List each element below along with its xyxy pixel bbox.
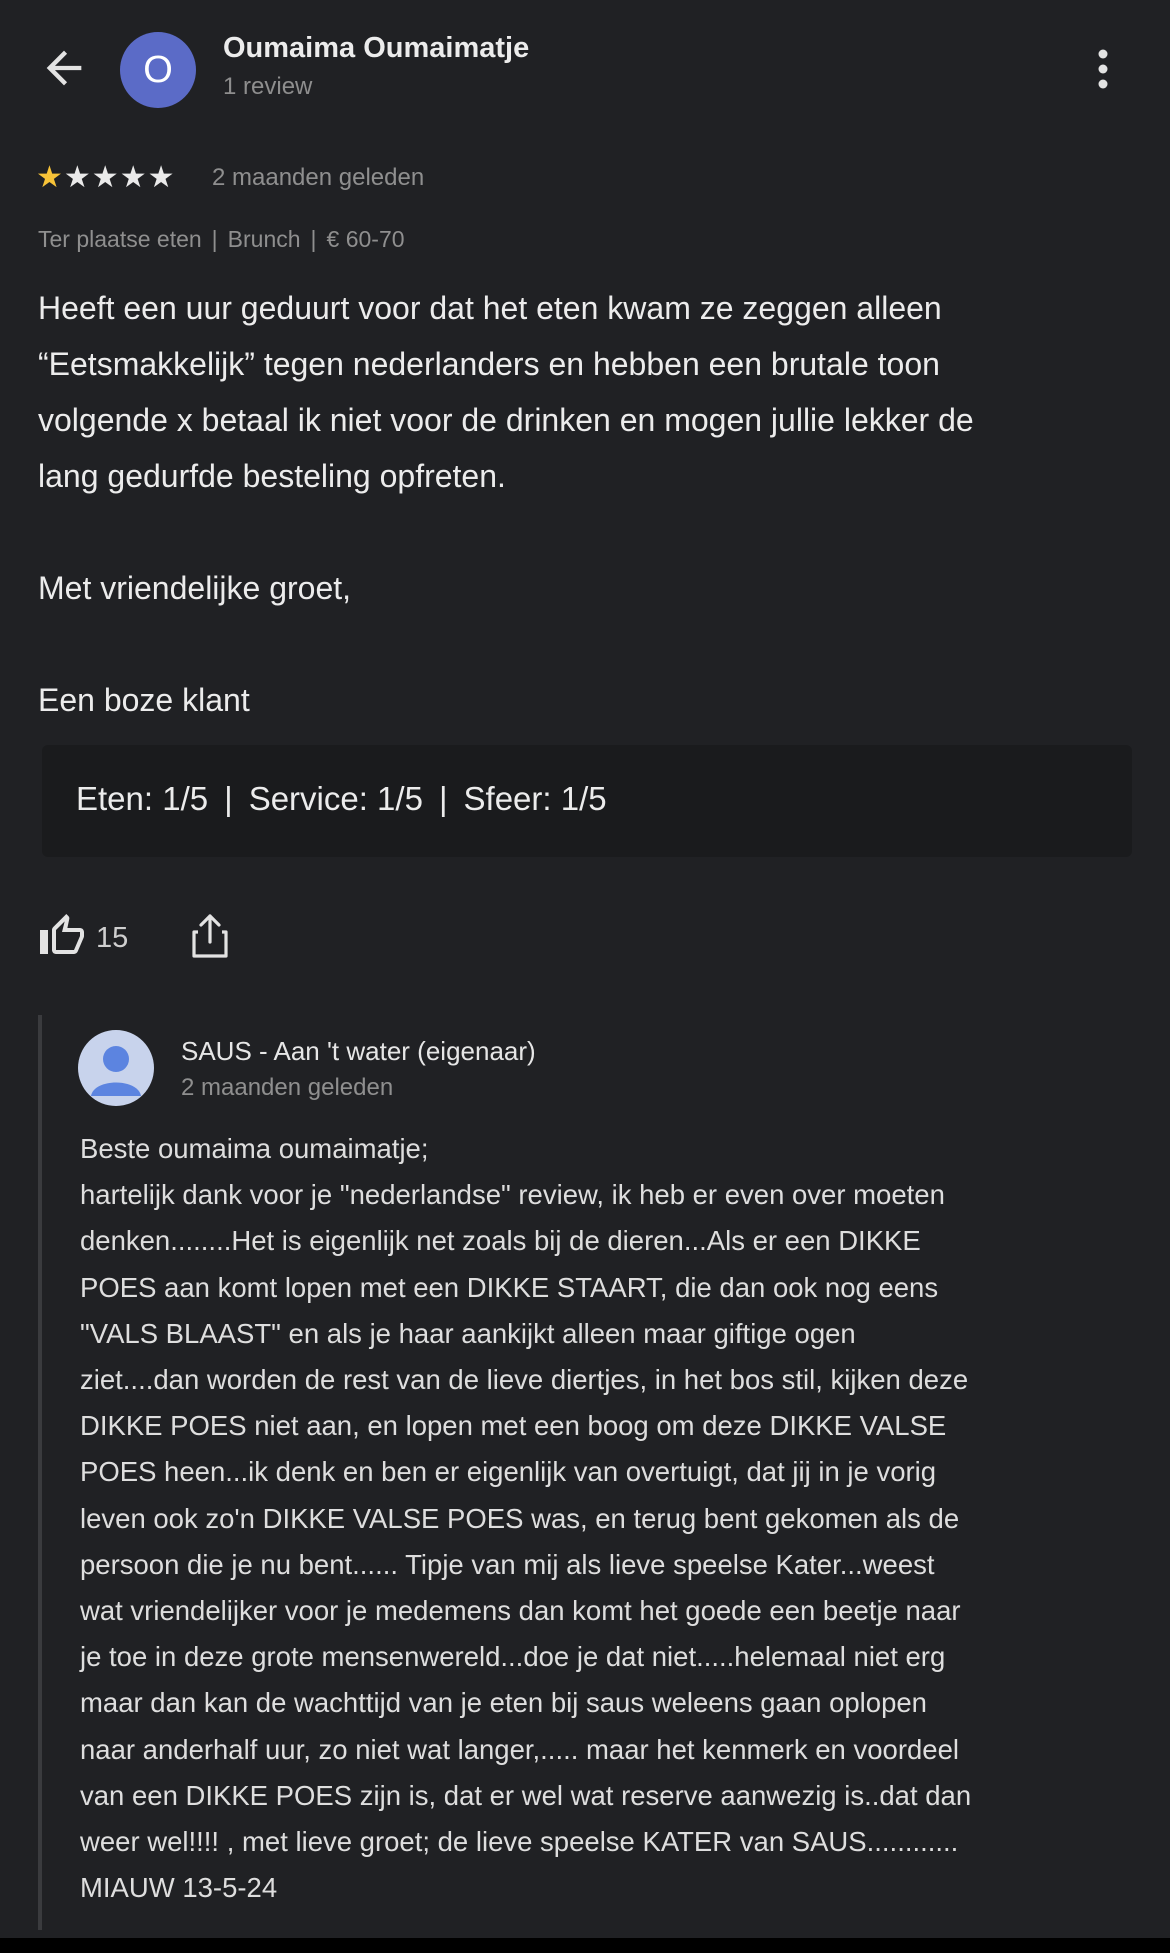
review-tags: Ter plaatse eten | Brunch | € 60-70 (38, 226, 405, 253)
review-time: 2 maanden geleden (212, 164, 425, 191)
reply-body: Beste oumaima oumaimatje; hartelijk dank… (80, 1133, 972, 1904)
back-button[interactable] (38, 42, 90, 94)
thumb-up-icon (40, 914, 84, 954)
tag-separator: | (211, 226, 218, 252)
rating-separator: | (224, 780, 233, 817)
user-avatar[interactable]: O (120, 32, 196, 108)
more-options-button[interactable] (1085, 44, 1121, 94)
share-icon (192, 914, 228, 958)
rating-food: Eten: 1/5 (76, 780, 209, 817)
tag-separator: | (310, 226, 317, 252)
rating-service: Service: 1/5 (248, 780, 423, 817)
star-rating: ★★★★★ (36, 161, 176, 194)
person-icon (91, 1046, 141, 1096)
tag-meal-type: Brunch (227, 226, 301, 252)
reviewer-review-count: 1 review (223, 73, 313, 100)
rating-atmosphere: Sfeer: 1/5 (463, 780, 607, 817)
tag-price: € 60-70 (326, 226, 405, 252)
reply-time: 2 maanden geleden (181, 1074, 394, 1101)
rating-separator: | (438, 780, 448, 817)
owner-avatar[interactable] (78, 1030, 154, 1106)
like-button[interactable] (38, 912, 86, 960)
bottom-edge (0, 1938, 1170, 1953)
share-button[interactable] (188, 912, 232, 960)
arrow-left-icon (46, 50, 82, 86)
owner-name[interactable]: SAUS - Aan 't water (eigenaar) (181, 1036, 536, 1067)
more-vert-icon (1098, 49, 1108, 89)
review-body: Heeft een uur geduurt voor dat het eten … (38, 290, 974, 718)
tag-service-type: Ter plaatse eten (38, 226, 202, 252)
reviewer-name[interactable]: Oumaima Oumaimatje (223, 32, 529, 65)
sub-ratings: Eten: 1/5 | Service: 1/5 | Sfeer: 1/5 (76, 780, 607, 818)
reply-indent-bar (38, 1015, 42, 1930)
user-avatar-letter: O (143, 48, 173, 91)
like-count: 15 (96, 922, 129, 954)
